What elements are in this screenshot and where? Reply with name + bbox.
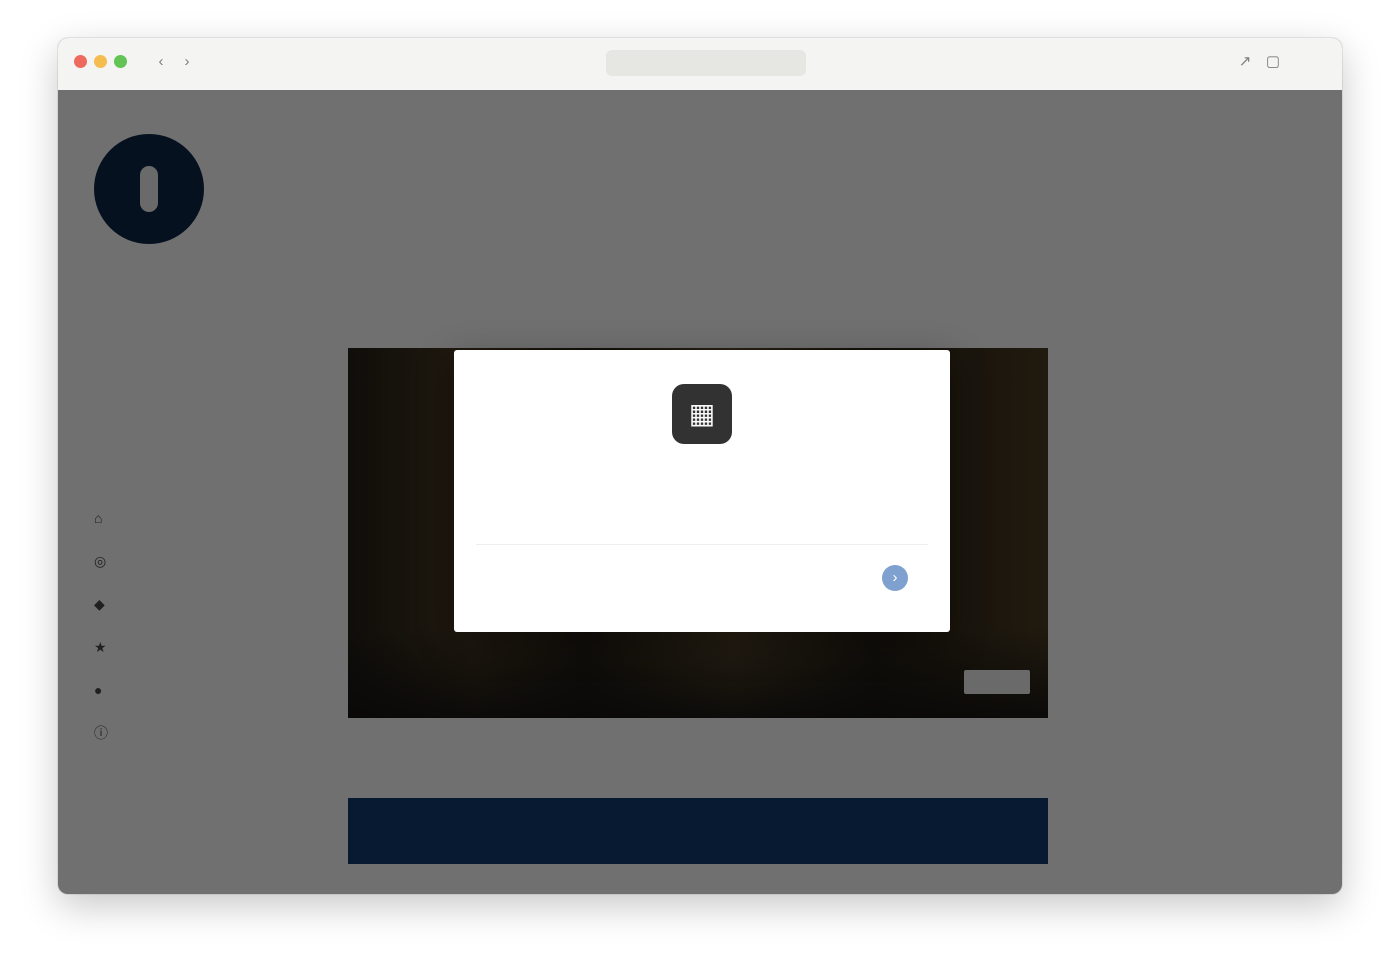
fullscreen-window-button[interactable]	[114, 55, 127, 68]
app-logo-icon: ▦	[672, 384, 732, 444]
sign-in-dialog: ▦ ›	[454, 350, 950, 632]
account-option[interactable]: ›	[476, 544, 928, 608]
address-bar[interactable]	[606, 50, 806, 76]
tabs-icon[interactable]: ▢	[1262, 52, 1284, 72]
arrow-icon[interactable]: ›	[882, 565, 908, 591]
chevron-left-icon[interactable]: ‹	[150, 52, 172, 72]
browser-window: ‹ › ↗ ▢ ⌂ ◎ ◆	[58, 38, 1342, 894]
share-icon[interactable]: ↗	[1234, 52, 1256, 72]
chevron-right-icon[interactable]: ›	[176, 52, 198, 72]
minimize-window-button[interactable]	[94, 55, 107, 68]
close-window-button[interactable]	[74, 55, 87, 68]
browser-titlebar: ‹ › ↗ ▢	[58, 38, 1342, 91]
